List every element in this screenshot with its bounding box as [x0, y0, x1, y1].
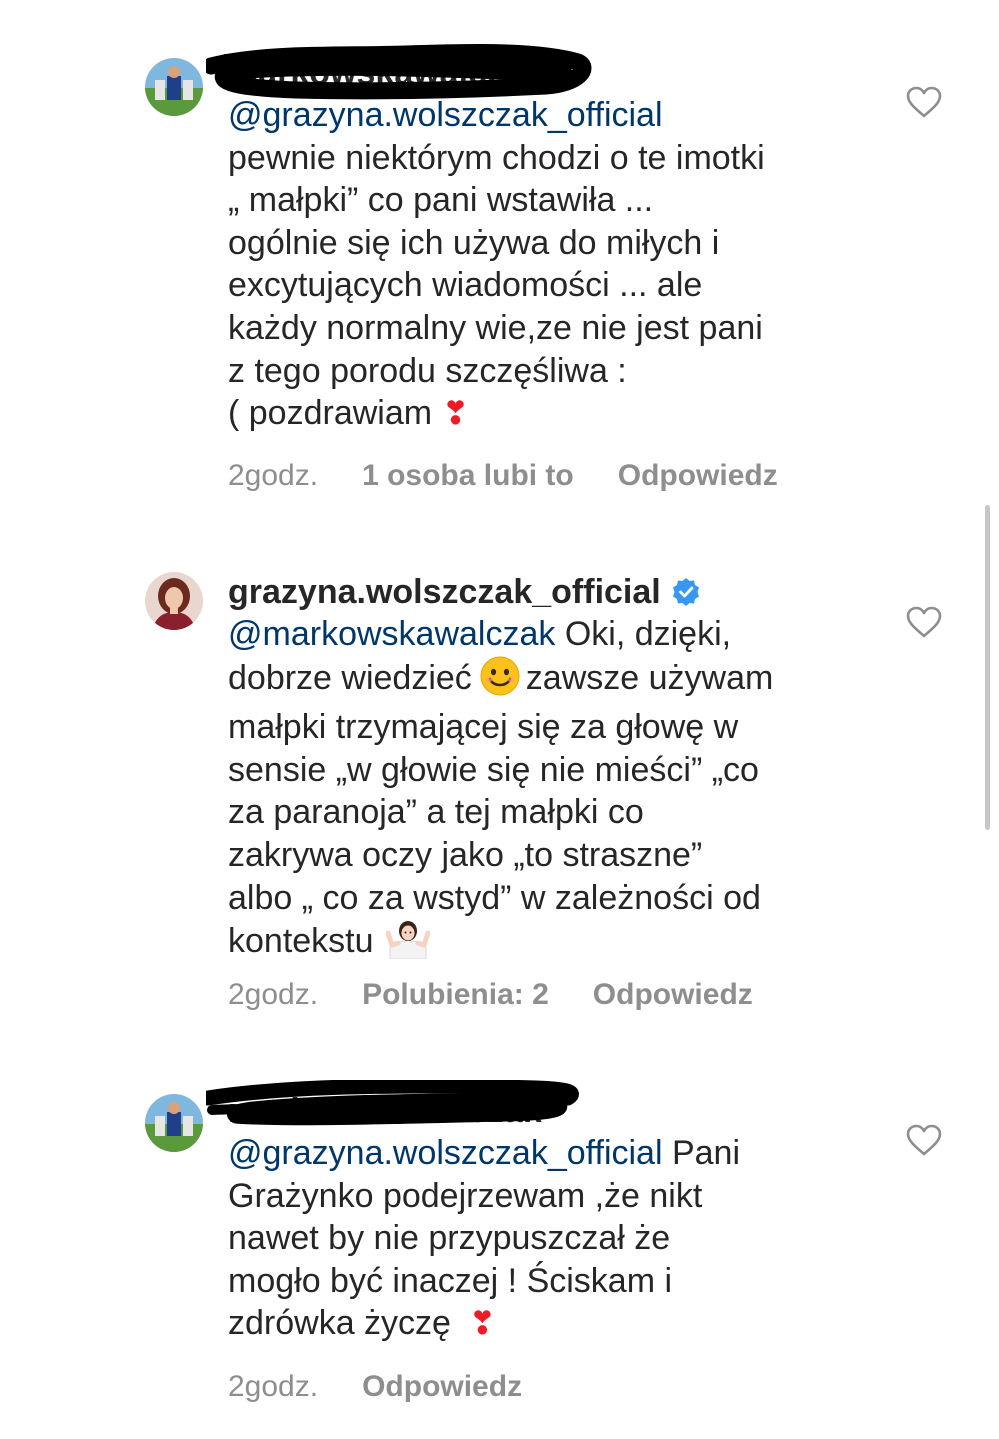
comment-time: 2godz. — [228, 978, 319, 1011]
comment-meta: 2godz. Polubienia: 2 Odpowiedz — [228, 977, 753, 1013]
avatar[interactable] — [145, 572, 203, 630]
username-text: markowskawalczak — [228, 1092, 542, 1130]
mention-link[interactable]: @grazyna.wolszczak_official — [228, 1134, 663, 1172]
comment-content: markowskawalczak @grazyna.wolszczak_offi… — [206, 44, 868, 435]
comment-text: @grazyna.wolszczak_official pewnie niekt… — [228, 94, 868, 435]
reply-button[interactable]: Odpowiedz — [618, 458, 778, 494]
scrollbar[interactable] — [985, 505, 990, 830]
comment-meta: 2godz. 1 osoba lubi to Odpowiedz — [228, 458, 778, 494]
like-heart-icon[interactable] — [906, 86, 942, 118]
comment-time: 2godz. — [228, 1370, 319, 1403]
comment-meta: 2godz. Odpowiedz — [228, 1369, 522, 1405]
like-heart-icon[interactable] — [906, 606, 942, 638]
likes-count[interactable]: 1 osoba lubi to — [362, 458, 574, 494]
likes-count[interactable]: Polubienia: 2 — [362, 977, 549, 1013]
comment-body: pewnie niektórym chodzi o te imotki „ ma… — [228, 138, 765, 433]
comment-text: @markowskawalczak Oki, dzięki, dobrze wi… — [228, 613, 868, 970]
comment-content: markowskawalczak @grazyna.wolszczak_offi… — [206, 1080, 868, 1345]
person-shrugging-icon — [385, 919, 431, 970]
reply-button[interactable]: Odpowiedz — [362, 1369, 522, 1405]
heart-exclamation-icon: ❣ — [442, 395, 469, 432]
avatar[interactable] — [145, 58, 203, 116]
username-text: grazyna.wolszczak_official — [228, 573, 661, 611]
comment-username[interactable]: grazyna.wolszczak_official — [228, 571, 868, 613]
verified-badge-icon — [672, 578, 699, 606]
reply-button[interactable]: Odpowiedz — [593, 977, 753, 1013]
comment-username[interactable]: markowskawalczak — [206, 44, 868, 100]
avatar[interactable] — [145, 1094, 203, 1152]
heart-exclamation-icon: ❣ — [468, 1305, 496, 1342]
comment-content: grazyna.wolszczak_official @markowskawal… — [228, 571, 868, 970]
comment-text: @grazyna.wolszczak_official Pani Grażynk… — [228, 1132, 868, 1345]
like-heart-icon[interactable] — [906, 1124, 942, 1156]
comment-time: 2godz. — [228, 459, 319, 492]
smiling-face-icon — [480, 656, 520, 707]
comment-username[interactable]: markowskawalczak — [206, 1080, 868, 1132]
username-text: markowskawalczak — [228, 54, 542, 92]
mention-link[interactable]: @markowskawalczak — [228, 615, 555, 653]
mention-link[interactable]: @grazyna.wolszczak_official — [228, 96, 663, 134]
